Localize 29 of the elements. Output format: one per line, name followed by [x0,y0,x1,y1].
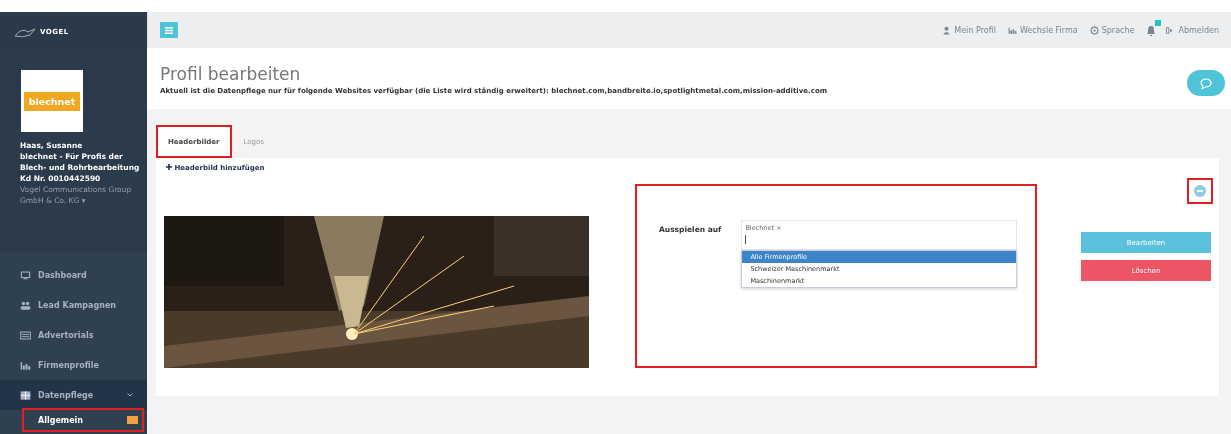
menu-icon [165,26,173,34]
page-title: Profil bearbeiten [160,64,301,84]
chat-bubble-icon [1200,77,1212,89]
plus-icon [166,164,172,170]
table-icon [20,389,31,401]
topbar-link[interactable]: Wechsle Firma [1007,25,1078,35]
bar-chart-icon [20,359,31,371]
sidebar-item[interactable]: Datenpflege [0,380,147,410]
people-icon [20,299,31,311]
topbar-link[interactable]: Mein Profil [942,25,996,35]
badge-icon [127,416,138,424]
menu-button[interactable] [160,22,178,38]
bird-logo-icon [14,26,36,38]
logout-icon [1166,25,1176,35]
topbar-link[interactable]: Abmelden [1166,25,1219,35]
chat-button[interactable] [1187,70,1225,96]
sidebar-item[interactable]: Lead Kampagnen [0,290,147,320]
monitor-icon [20,269,31,281]
sidebar-item[interactable]: Dashboard [0,260,147,290]
topbar-link[interactable]: Sprache [1089,25,1135,35]
list-icon [20,329,31,341]
chevron-down-icon [127,393,133,397]
user-icon [942,25,952,35]
company-logo: blechnet [21,70,83,132]
sidebar-item[interactable]: Firmenprofile [0,350,147,380]
sidebar-subitem[interactable]: Allgemein [24,410,142,430]
bar-chart-icon [1007,25,1017,35]
globe-icon [1089,25,1099,35]
sidebar-item[interactable]: Advertorials [0,320,147,350]
